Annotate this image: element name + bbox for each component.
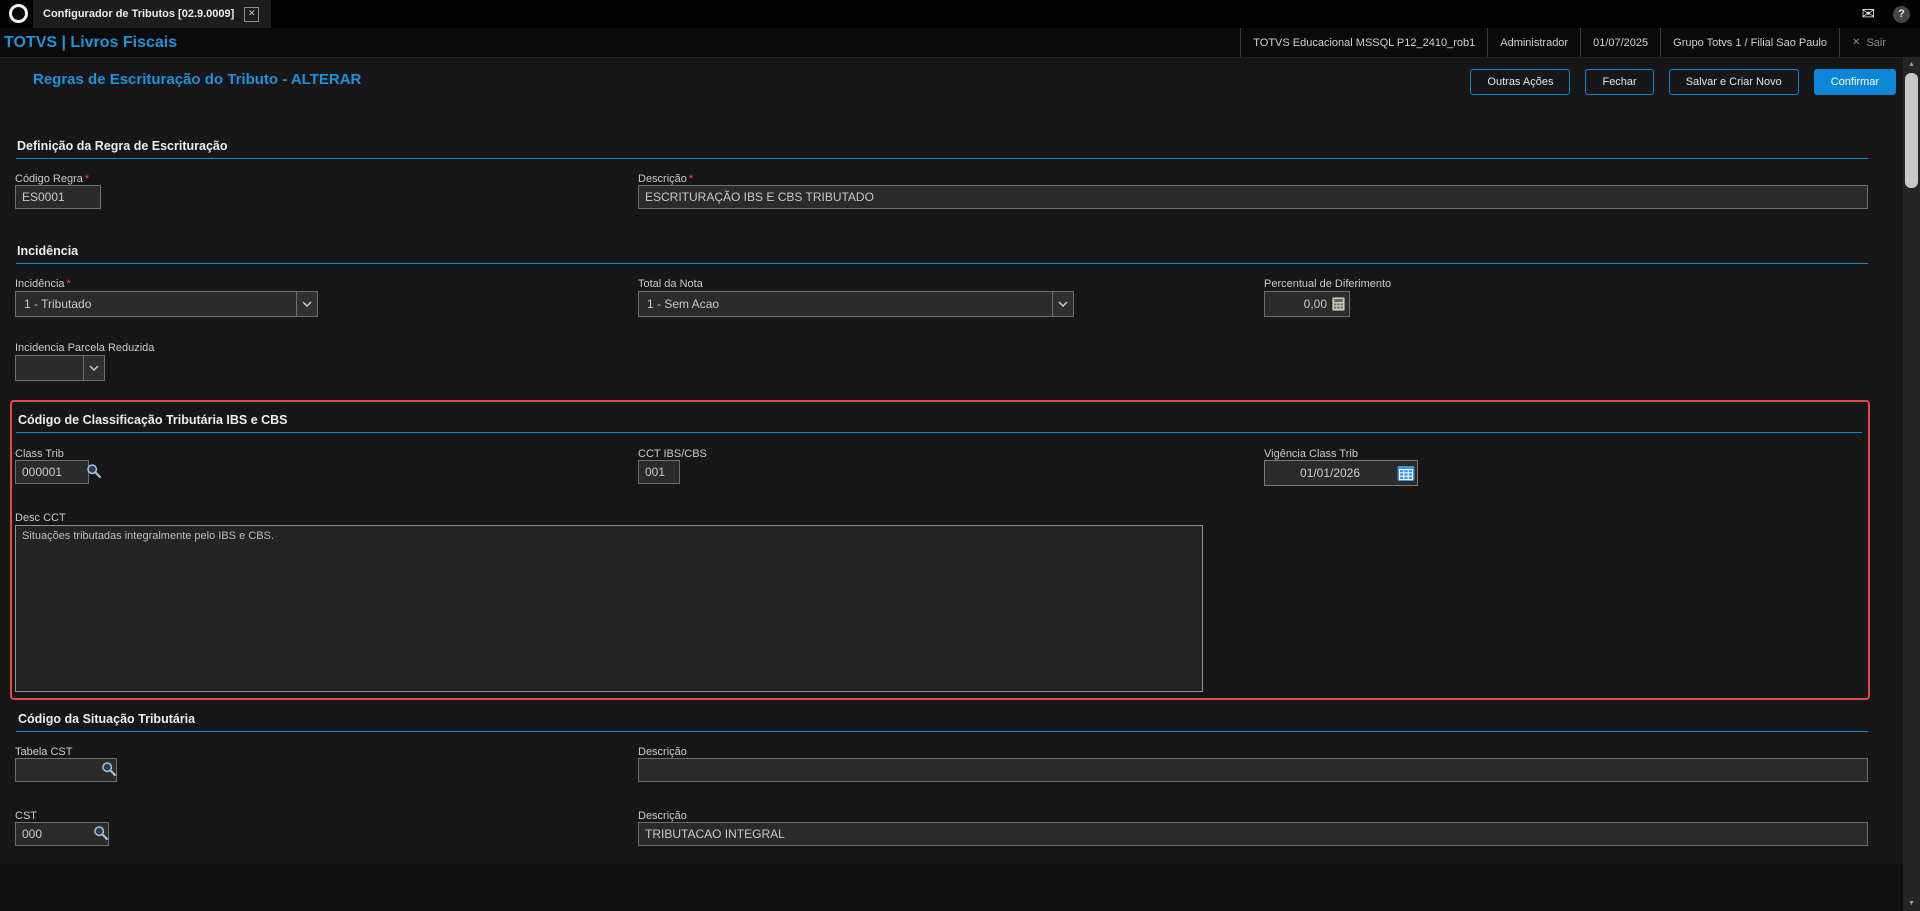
class-trib-search-icon[interactable] — [86, 463, 102, 479]
diferimento-label: Percentual de Diferimento — [1264, 278, 1392, 290]
parcela-reduzida-select-value — [16, 356, 83, 380]
parcela-reduzida-label: Incidencia Parcela Reduzida — [15, 342, 155, 354]
tab-label: Configurador de Tributos [02.9.0009] — [43, 8, 235, 20]
chevron-down-icon — [296, 292, 317, 316]
environment-info: TOTVS Educacional MSSQL P12_2410_rob1 — [1240, 28, 1487, 57]
section-divider — [16, 263, 1868, 264]
scroll-down-icon[interactable]: ▼ — [1903, 900, 1920, 907]
scroll-up-icon[interactable]: ▲ — [1903, 61, 1920, 68]
page-title: Regras de Escrituração do Tributo - ALTE… — [33, 71, 362, 88]
vigencia-date-value: 01/01/2026 — [1299, 466, 1361, 480]
incidencia-select[interactable]: 1 - Tributado — [15, 291, 318, 317]
class-trib-input[interactable] — [15, 460, 89, 484]
help-icon[interactable]: ? — [1893, 5, 1910, 23]
section-title-incidencia: Incidência — [17, 244, 79, 258]
vertical-scrollbar[interactable]: ▲ ▼ — [1903, 57, 1920, 911]
desc-cct-label: Desc CCT — [15, 512, 66, 524]
confirm-button[interactable]: Confirmar — [1813, 69, 1896, 95]
mail-icon[interactable]: ✉ — [1862, 4, 1875, 24]
cct-ibs-cbs-label: CCT IBS/CBS — [638, 448, 707, 460]
toolbar-actions: Outras Ações Fechar Salvar e Criar Novo … — [1470, 69, 1896, 95]
window-titlebar: Configurador de Tributos [02.9.0009] ✕ ✉… — [0, 0, 1920, 28]
required-marker: * — [84, 173, 90, 185]
codigo-regra-label: Código Regra * — [15, 173, 90, 185]
calendar-icon[interactable] — [1395, 465, 1417, 482]
total-nota-label: Total da Nota — [638, 278, 703, 290]
calculator-icon[interactable] — [1332, 297, 1345, 311]
cst-label: CST — [15, 810, 37, 822]
totvs-logo-icon — [9, 4, 28, 23]
tabela-descricao-label: Descrição — [638, 746, 687, 758]
section-title-cst: Código da Situação Tributária — [18, 712, 196, 726]
required-marker: * — [66, 278, 71, 290]
section-divider — [16, 432, 1862, 433]
scrollbar-thumb[interactable] — [1905, 73, 1918, 188]
other-actions-button[interactable]: Outras Ações — [1470, 69, 1571, 95]
section-title-definicao: Definição da Regra de Escrituração — [17, 139, 228, 153]
incidencia-label: Incidência * — [15, 278, 71, 290]
total-nota-select[interactable]: 1 - Sem Acao — [638, 291, 1074, 317]
section-divider — [16, 731, 1868, 732]
save-and-new-button[interactable]: Salvar e Criar Novo — [1668, 69, 1799, 95]
required-marker: * — [688, 173, 694, 185]
chevron-down-icon — [1052, 292, 1073, 316]
session-info-strip: TOTVS Educacional MSSQL P12_2410_rob1 Ad… — [1240, 28, 1898, 57]
tabela-descricao-input[interactable] — [638, 758, 1868, 782]
codigo-regra-input[interactable] — [15, 185, 101, 209]
section-title-cct: Código de Classificação Tributária IBS e… — [18, 413, 288, 427]
tabela-cst-search-icon[interactable] — [101, 761, 117, 777]
app-brand: TOTVS | Livros Fiscais — [4, 33, 178, 51]
class-trib-label: Class Trib — [15, 448, 64, 460]
total-nota-select-value: 1 - Sem Acao — [647, 297, 720, 311]
cst-descricao-input[interactable] — [638, 822, 1868, 846]
cst-descricao-label: Descrição — [638, 810, 687, 822]
tabela-cst-label: Tabela CST — [15, 746, 73, 758]
cct-ibs-cbs-input[interactable] — [638, 460, 680, 484]
descricao-regra-label: Descrição * — [638, 173, 694, 185]
parcela-reduzida-select[interactable] — [15, 355, 105, 381]
titlebar-icons: ✉ ? — [1862, 0, 1910, 28]
desc-cct-textarea[interactable]: Situações tributadas integralmente pelo … — [15, 525, 1203, 692]
exit-button[interactable]: ✕ Sair — [1839, 28, 1898, 57]
date-info: 01/07/2025 — [1580, 28, 1660, 57]
section-divider — [16, 158, 1868, 159]
close-icon: ✕ — [1852, 37, 1861, 48]
branch-info: Grupo Totvs 1 / Filial Sao Paulo — [1660, 28, 1839, 57]
app-window: Configurador de Tributos [02.9.0009] ✕ ✉… — [0, 0, 1920, 911]
app-header: TOTVS | Livros Fiscais TOTVS Educacional… — [0, 28, 1920, 58]
content-panel — [0, 58, 1903, 864]
descricao-regra-input[interactable] — [638, 185, 1868, 209]
cst-search-icon[interactable] — [93, 825, 109, 841]
chevron-down-icon — [83, 356, 104, 380]
incidencia-select-value: 1 - Tributado — [24, 297, 92, 311]
tab-configurador-tributos[interactable]: Configurador de Tributos [02.9.0009] ✕ — [33, 0, 271, 28]
exit-label: Sair — [1866, 36, 1886, 49]
close-button[interactable]: Fechar — [1585, 69, 1654, 95]
footer-band — [0, 864, 1903, 911]
user-info: Administrador — [1487, 28, 1580, 57]
tab-close-icon[interactable]: ✕ — [244, 6, 260, 22]
vigencia-label: Vigência Class Trib — [1264, 448, 1358, 460]
vigencia-date-field[interactable]: 01/01/2026 — [1264, 460, 1418, 486]
